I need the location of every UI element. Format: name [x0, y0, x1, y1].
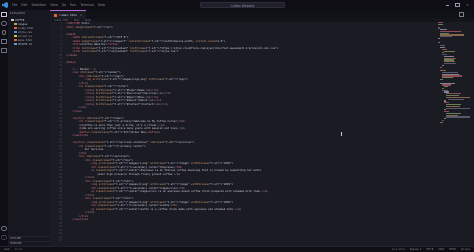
gear-icon[interactable] — [0, 233, 8, 242]
close-icon[interactable]: × — [465, 0, 470, 10]
activity-bar — [0, 10, 8, 246]
minimap-line — [440, 36, 452, 38]
file-icon — [14, 42, 17, 46]
minimap-line — [442, 77, 454, 79]
command-center-search[interactable]: Coffee Website — [200, 2, 285, 8]
indentation[interactable]: Spaces: 4 — [410, 248, 422, 251]
minimap-line — [446, 96, 470, 98]
line-ending[interactable]: CRLF — [438, 248, 444, 251]
split-editor-icon[interactable] — [459, 11, 464, 17]
minimap-line — [444, 55, 454, 58]
explorer-item-label: index.html — [18, 26, 34, 30]
menu-run[interactable]: Run — [70, 0, 76, 10]
minimap-line — [442, 119, 444, 122]
minimap-line — [438, 41, 440, 43]
editor-tabs: index.html × — [50, 10, 474, 19]
explorer-item-label: style.css — [18, 30, 33, 34]
minimap-line — [438, 23, 443, 25]
problems-indicator[interactable]: 0 ⚠ 0 — [15, 248, 22, 251]
extensions-icon[interactable] — [0, 46, 8, 55]
file-icon — [14, 30, 17, 34]
search-icon[interactable] — [0, 19, 8, 28]
folder-icon — [14, 22, 17, 26]
minimap-line — [442, 48, 447, 50]
explorer-bottom-panels: OUTLINE TIMELINE — [8, 236, 50, 246]
code-area[interactable]: <!DOCTYPE html> <html lang=class="t-str">… — [66, 22, 411, 246]
minimap-line — [440, 46, 446, 49]
minimap-line — [444, 118, 446, 120]
minimize-icon[interactable] — [445, 0, 450, 10]
status-right: Ln 1, Col 1 Spaces: 4 UTF-8 CRLF HTML Go… — [388, 248, 474, 251]
minimap-line — [446, 112, 461, 115]
minimap-line — [444, 50, 456, 52]
explorer-item-label: README.md — [18, 42, 33, 46]
window-controls: × — [445, 0, 470, 10]
tab-label: index.html — [59, 13, 78, 17]
menu-bar: File Edit Selection View Go Run Terminal… — [12, 0, 105, 10]
folder-icon — [11, 18, 14, 22]
file-icon — [14, 38, 17, 42]
minimap-line — [446, 107, 470, 109]
code-editor[interactable]: 1 2 3 4 5 6 7 8 9 10 11 12 13 14 15 16 17 18 19 20 21 22 23 24 2… — [50, 22, 474, 246]
minimap-line — [446, 116, 470, 118]
explorer-item-label: COFFEE — [15, 18, 25, 22]
menu-selection[interactable]: Selection — [32, 0, 47, 10]
app-logo-icon — [0, 0, 10, 10]
maximize-icon[interactable] — [455, 0, 460, 10]
file-tree: COFFEE images index.html style.css script.js… — [8, 18, 50, 46]
menu-edit[interactable]: Edit — [21, 0, 27, 10]
menu-help[interactable]: Help — [98, 0, 105, 10]
branch-indicator[interactable]: main — [4, 248, 10, 251]
text-cursor — [341, 132, 342, 136]
tab-close-icon[interactable]: × — [80, 13, 82, 17]
go-live-button[interactable]: Go Live — [461, 248, 470, 251]
explorer-item-label: menu.html — [18, 38, 33, 42]
minimap-line — [444, 62, 456, 65]
language-mode[interactable]: HTML — [449, 248, 456, 251]
run-debug-icon[interactable] — [0, 37, 8, 46]
more-actions-icon[interactable] — [467, 13, 470, 16]
editor-actions — [459, 10, 470, 18]
menu-go[interactable]: Go — [62, 0, 66, 10]
explorer-item[interactable]: README.md — [8, 42, 50, 46]
menu-view[interactable]: View — [50, 0, 58, 10]
minimap-line — [442, 64, 444, 66]
status-bar: main 0 ⚠ 0 Ln 1, Col 1 Spaces: 4 UTF-8 C… — [0, 246, 474, 252]
explorer-item-label: images — [18, 22, 28, 26]
minimap-line — [440, 121, 443, 123]
editor-window: File Edit Selection View Go Run Terminal… — [0, 0, 474, 252]
file-icon — [14, 34, 17, 38]
minimap-line — [438, 38, 441, 40]
html-file-icon — [54, 13, 57, 17]
minimap[interactable] — [438, 22, 472, 246]
minimap-line — [440, 79, 443, 81]
status-left: main 0 ⚠ 0 — [0, 248, 26, 251]
menu-file[interactable]: File — [12, 0, 17, 10]
line-number-gutter: 1 2 3 4 5 6 7 8 9 10 11 12 13 14 15 16 17 18 19 20 21 22 23 24 2… — [50, 22, 64, 246]
title-bar: File Edit Selection View Go Run Terminal… — [0, 0, 474, 10]
activity-bar-bottom — [0, 224, 8, 242]
minimap-line — [446, 105, 460, 107]
minimap-line — [440, 30, 461, 33]
explorer-sidebar: EXPLORER COFFEE images index.html style.css… — [8, 10, 51, 246]
encoding[interactable]: UTF-8 — [426, 248, 433, 251]
explorer-title: EXPLORER — [10, 12, 26, 15]
minimap-line — [440, 66, 442, 68]
menu-terminal[interactable]: Terminal — [80, 0, 93, 10]
line-number: 63 — [59, 239, 62, 242]
minimap-line — [448, 98, 464, 100]
explorer-item-label: script.js — [18, 34, 33, 38]
source-control-icon[interactable] — [0, 28, 8, 37]
minimap-line — [442, 71, 459, 74]
minimap-line — [444, 86, 448, 88]
cursor-position[interactable]: Ln 1, Col 1 — [392, 248, 405, 251]
minimap-line — [446, 103, 461, 106]
minimap-line — [442, 87, 444, 90]
file-icon — [14, 26, 17, 30]
code-line[interactable] — [66, 239, 411, 243]
files-icon[interactable] — [0, 10, 8, 19]
account-icon[interactable] — [0, 224, 8, 233]
